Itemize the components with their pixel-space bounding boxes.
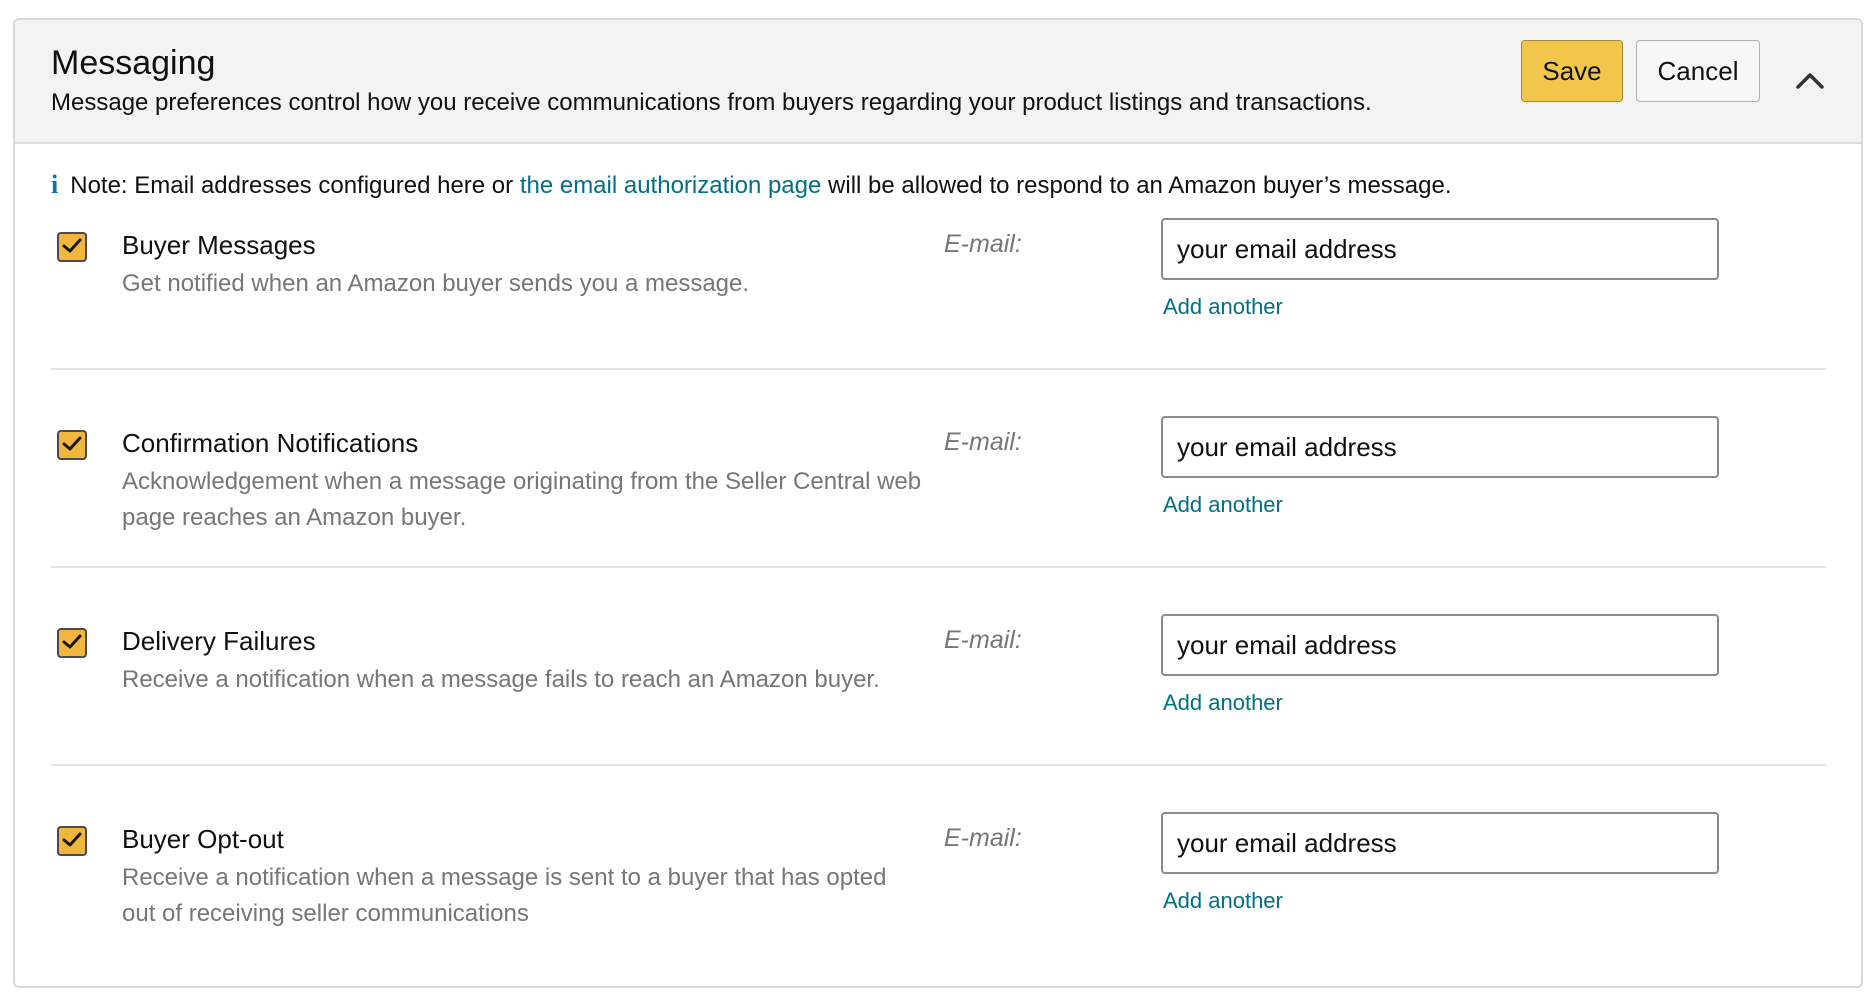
add-another-link[interactable]: Add another	[1163, 294, 1283, 320]
row-title: Delivery Failures	[122, 626, 316, 656]
email-field[interactable]	[1161, 416, 1719, 478]
email-label: E-mail:	[944, 626, 1022, 654]
chevron-up-icon[interactable]	[1795, 70, 1825, 90]
save-button[interactable]: Save	[1521, 40, 1623, 102]
email-label: E-mail:	[944, 824, 1022, 852]
row-divider	[51, 566, 1826, 568]
row-title: Confirmation Notifications	[122, 428, 419, 458]
add-another-link[interactable]: Add another	[1163, 888, 1283, 914]
email-field[interactable]	[1161, 812, 1719, 874]
page-subtitle: Message preferences control how you rece…	[51, 89, 1372, 116]
checkmark-icon	[62, 238, 82, 253]
checkmark-icon	[62, 832, 82, 847]
email-field[interactable]	[1161, 218, 1719, 280]
note-prefix: Note: Email addresses configured here or	[70, 172, 520, 199]
row-description: Acknowledgement when a message originati…	[122, 468, 922, 531]
row-title: Buyer Opt-out	[122, 824, 284, 854]
delivery-failures-checkbox[interactable]	[57, 628, 87, 658]
note-text: i Note: Email addresses configured here o…	[51, 170, 1452, 200]
row-description: Get notified when an Amazon buyer sends …	[122, 270, 750, 297]
info-icon: i	[51, 170, 59, 199]
checkmark-icon	[62, 634, 82, 649]
row-divider	[51, 368, 1826, 370]
cancel-button[interactable]: Cancel	[1636, 40, 1760, 102]
row-title: Buyer Messages	[122, 230, 316, 260]
buyer-opt-out-checkbox[interactable]	[57, 826, 87, 856]
panel-header: Messaging Message preferences control ho…	[15, 20, 1861, 144]
row-description: Receive a notification when a message is…	[122, 864, 887, 927]
page-title: Messaging	[51, 44, 216, 82]
email-label: E-mail:	[944, 428, 1022, 456]
confirmation-notifications-checkbox[interactable]	[57, 430, 87, 460]
add-another-link[interactable]: Add another	[1163, 492, 1283, 518]
row-divider	[51, 764, 1826, 766]
email-label: E-mail:	[944, 230, 1022, 258]
email-field[interactable]	[1161, 614, 1719, 676]
buyer-messages-checkbox[interactable]	[57, 232, 87, 262]
checkmark-icon	[62, 436, 82, 451]
messaging-panel: Messaging Message preferences control ho…	[13, 18, 1863, 988]
add-another-link[interactable]: Add another	[1163, 690, 1283, 716]
row-description: Receive a notification when a message fa…	[122, 666, 880, 693]
note-suffix: will be allowed to respond to an Amazon …	[821, 172, 1452, 199]
email-authorization-link[interactable]: the email authorization page	[520, 172, 822, 199]
